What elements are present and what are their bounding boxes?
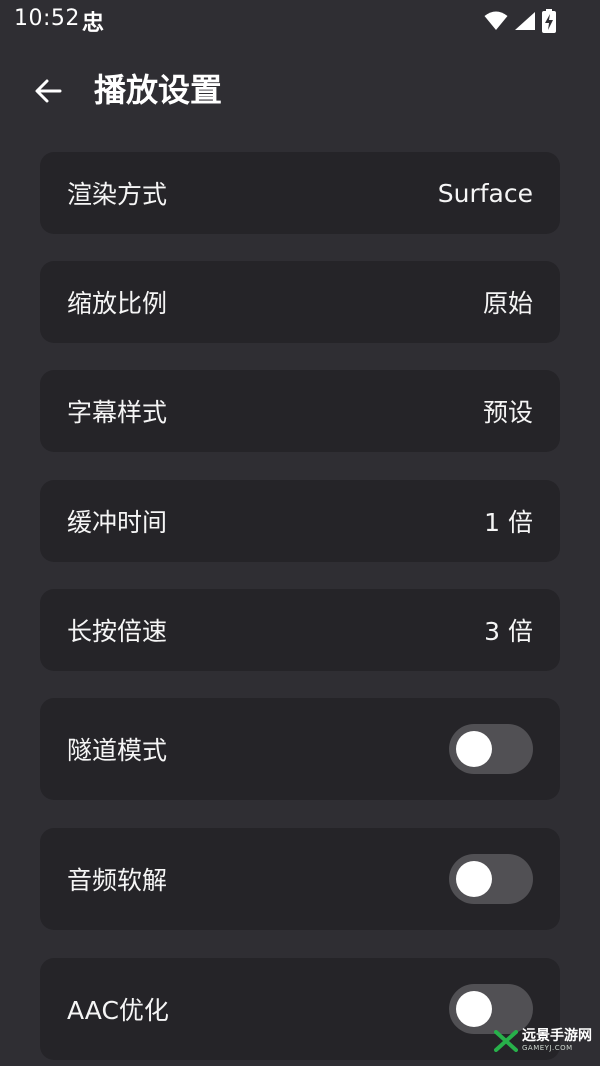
setting-audio-soft-decode: 音频软解 <box>40 828 560 930</box>
setting-label: 字幕样式 <box>67 398 168 427</box>
battery-charging-icon <box>542 9 556 33</box>
watermark-text: 远景手游网 GAMEYJ.COM <box>522 1029 592 1052</box>
setting-label: 缓冲时间 <box>67 508 168 537</box>
setting-value: Surface <box>437 178 533 208</box>
wifi-icon <box>484 11 508 30</box>
signal-icon <box>515 12 535 30</box>
setting-label: 音频软解 <box>67 866 168 895</box>
audio-soft-decode-toggle[interactable] <box>449 854 533 904</box>
watermark: 远景手游网 GAMEYJ.COM <box>494 1029 592 1052</box>
setting-label: 渲染方式 <box>67 180 168 209</box>
setting-label: 长按倍速 <box>67 617 168 646</box>
status-bar: 10:52 忠 <box>0 0 600 40</box>
tunnel-mode-toggle[interactable] <box>449 724 533 774</box>
arrow-left-icon <box>35 79 62 103</box>
aac-optimize-toggle[interactable] <box>449 984 533 1034</box>
setting-label: 隧道模式 <box>67 736 168 765</box>
setting-value: 预设 <box>482 398 533 427</box>
setting-render-mode[interactable]: 渲染方式 Surface <box>40 152 560 234</box>
setting-long-press-speed[interactable]: 长按倍速 3 倍 <box>40 589 560 671</box>
setting-value: 1 倍 <box>484 508 533 537</box>
status-time: 10:52 <box>14 6 80 31</box>
watermark-sub: GAMEYJ.COM <box>522 1044 573 1052</box>
setting-label: 缩放比例 <box>67 289 168 318</box>
setting-aac-optimize: AAC优化 <box>40 958 560 1060</box>
toggle-knob <box>456 861 492 897</box>
setting-scale-ratio[interactable]: 缩放比例 原始 <box>40 261 560 343</box>
setting-buffer-time[interactable]: 缓冲时间 1 倍 <box>40 480 560 562</box>
setting-value: 3 倍 <box>484 617 533 646</box>
page-title: 播放设置 <box>94 71 223 109</box>
toggle-knob <box>456 731 492 767</box>
app-notification-icon: 忠 <box>82 11 105 36</box>
toggle-knob <box>456 991 492 1027</box>
app-bar: 播放设置 <box>0 56 600 126</box>
setting-label: AAC优化 <box>67 996 169 1025</box>
status-icons <box>484 9 556 33</box>
watermark-main: 远景手游网 <box>522 1028 592 1044</box>
setting-subtitle-style[interactable]: 字幕样式 预设 <box>40 370 560 452</box>
watermark-logo-icon <box>494 1029 518 1052</box>
setting-tunnel-mode: 隧道模式 <box>40 698 560 800</box>
back-button[interactable] <box>26 69 70 113</box>
setting-value: 原始 <box>482 289 533 318</box>
